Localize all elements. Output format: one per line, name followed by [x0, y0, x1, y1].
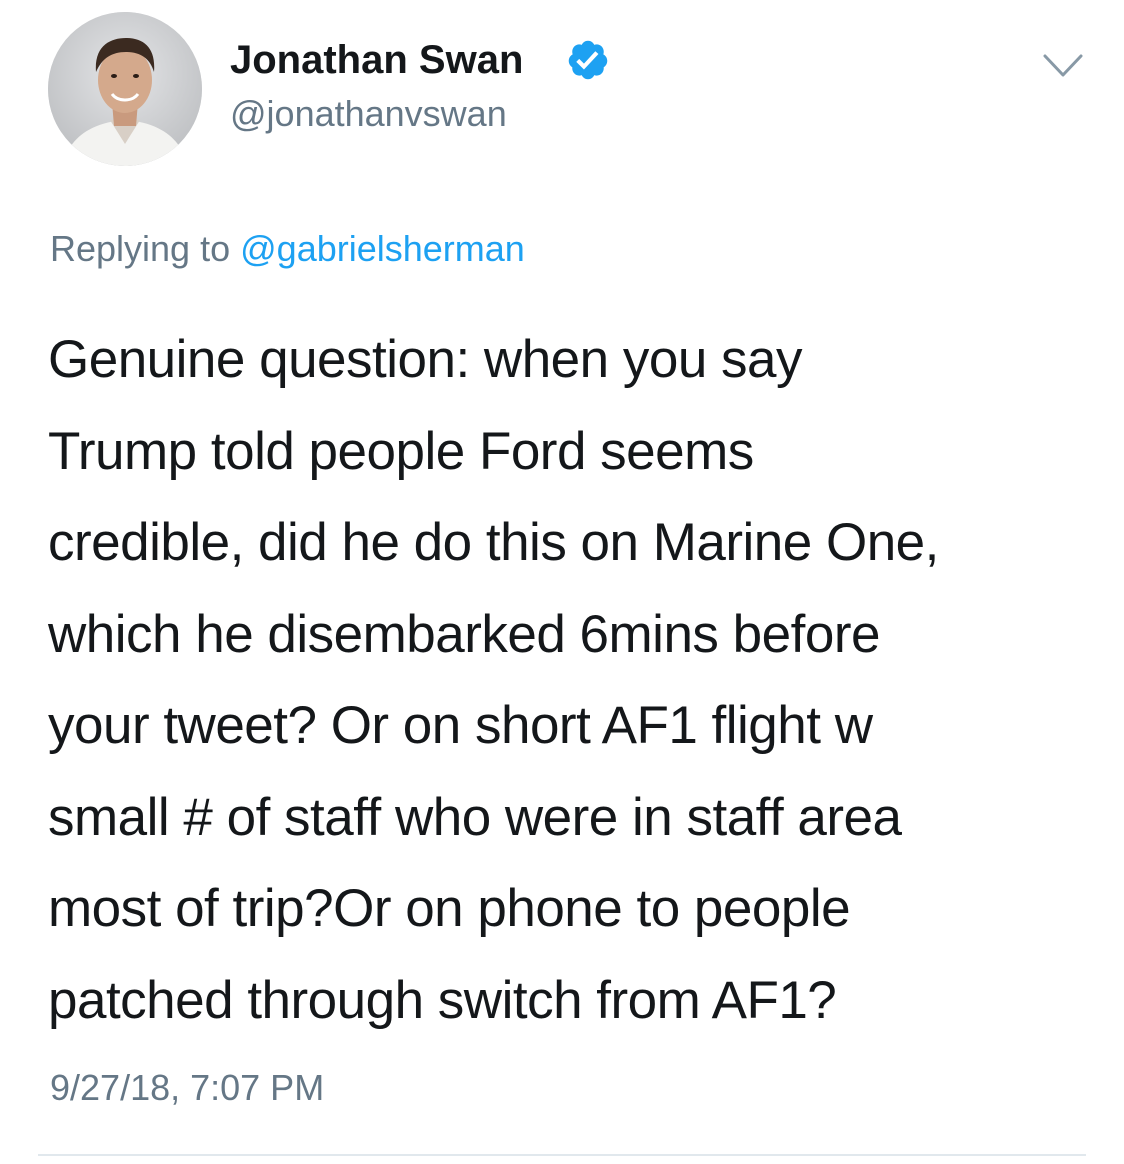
tweet-text-line: which he disembarked 6mins before — [48, 604, 880, 664]
tweet-card: Jonathan Swan @jonathanvswan Replying to… — [0, 0, 1124, 1164]
reply-context: Replying to @gabrielsherman — [50, 226, 525, 272]
tweet-text-line: Trump told people Ford seems — [48, 421, 754, 481]
tweet-text-line: small # of staff who were in staff area — [48, 787, 902, 847]
tweet-timestamp[interactable]: 9/27/18, 7:07 PM — [50, 1066, 324, 1110]
verified-badge-icon — [568, 40, 608, 80]
tweet-text-line: patched through switch from AF1? — [48, 970, 837, 1030]
reply-prefix: Replying to — [50, 228, 231, 269]
author-handle[interactable]: @jonathanvswan — [230, 92, 507, 136]
avatar[interactable] — [48, 12, 202, 166]
profile-photo-icon — [48, 12, 202, 166]
author-display-name[interactable]: Jonathan Swan — [230, 36, 523, 84]
tweet-text-line: your tweet? Or on short AF1 flight w — [48, 696, 873, 755]
chevron-down-icon[interactable] — [1042, 52, 1084, 80]
tweet-text-line: most of trip?Or on phone to people — [48, 879, 851, 938]
tweet-text-line: credible, did he do this on Marine One, — [48, 513, 939, 572]
tweet-text: Genuine question: when you say Trump tol… — [48, 314, 1098, 1046]
reply-mention-link[interactable]: @gabrielsherman — [240, 228, 525, 269]
divider — [38, 1154, 1086, 1156]
tweet-text-line: Genuine question: when you say — [48, 330, 803, 389]
